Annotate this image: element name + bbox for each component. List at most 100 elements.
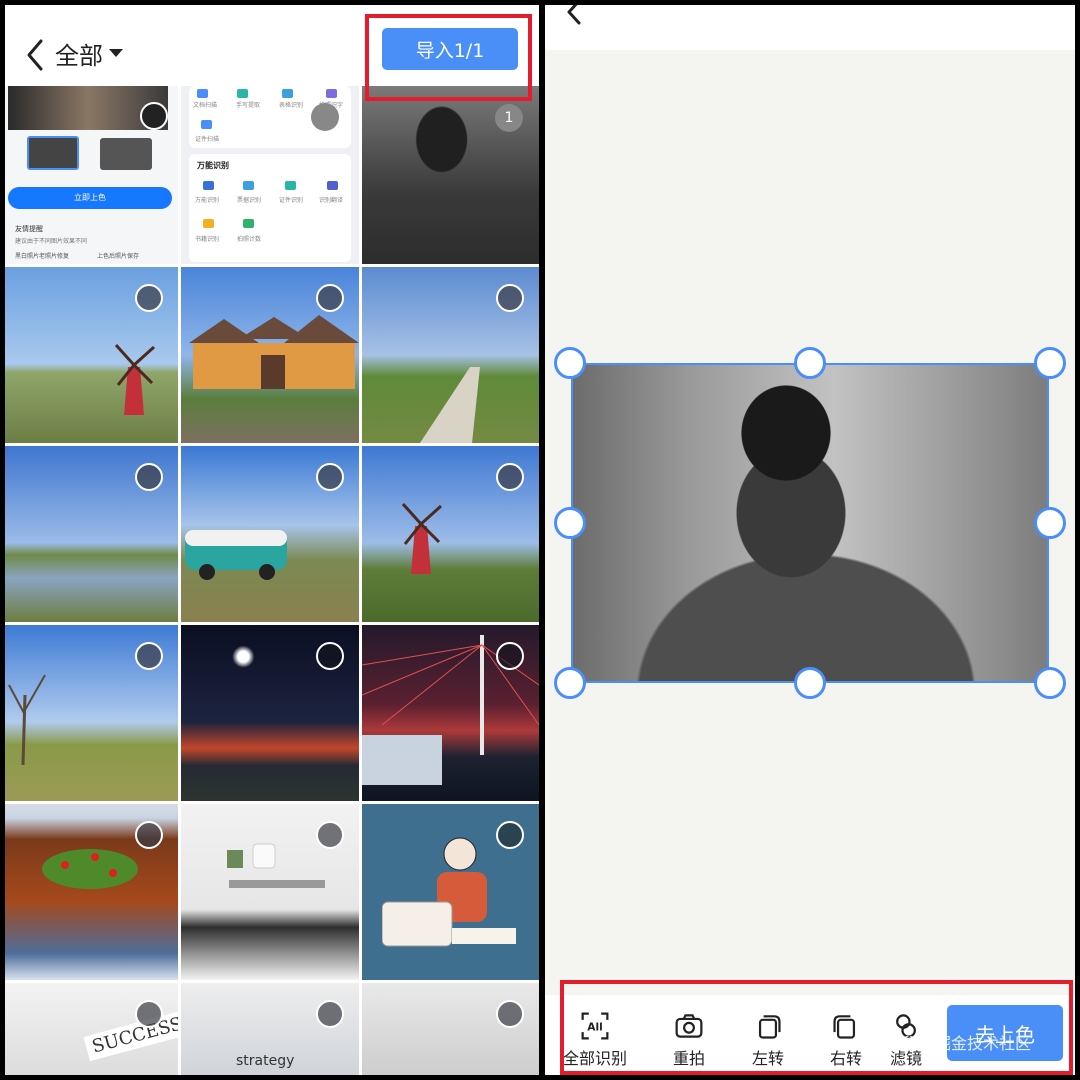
grid-label: 识别翻译 (319, 197, 344, 204)
photo-grid: 立即上色 友情提醒 建议由于不同图片效果不同 黑白照片老照片修复 上色后照片保存… (5, 86, 539, 1075)
screenshot-text: 上色后照片保存 (97, 253, 140, 260)
tool-filter[interactable]: 滤镜 (881, 1011, 931, 1069)
screenshot-text: 友情提醒 (15, 225, 43, 233)
grid-label: 票据识别 (237, 197, 262, 204)
illustration-figure (382, 837, 516, 947)
grid-icon (237, 89, 248, 98)
editor-toolbar: All 全部识别 重拍 左转 右转 滤镜 去上色 (545, 995, 1075, 1075)
tool-label: 右转 (829, 1049, 862, 1068)
select-circle[interactable] (316, 642, 344, 670)
crop-handle-bottom[interactable] (794, 667, 826, 699)
rotate-right-icon (833, 1015, 856, 1039)
filter-icon (896, 1014, 916, 1038)
crop-handle-top-left[interactable] (554, 347, 586, 379)
grid-label: 证件识别 (279, 197, 304, 204)
grid-icon (282, 89, 293, 98)
photo-tile-windmill[interactable] (5, 267, 178, 443)
screenshot-thumb (27, 136, 79, 170)
select-circle[interactable] (135, 642, 163, 670)
select-circle[interactable] (496, 284, 524, 312)
grid-icon (203, 219, 214, 228)
tool-label: 左转 (751, 1049, 784, 1068)
path-shape (420, 367, 480, 443)
crop-handle-right[interactable] (1034, 507, 1066, 539)
tool-recognize-all[interactable]: All 全部识别 (555, 1011, 635, 1069)
photo-tile-success-note[interactable]: SUCCESS (5, 983, 178, 1075)
photo-tile-night-bridge[interactable] (181, 625, 359, 801)
photo-tile-camper-van[interactable] (181, 446, 359, 622)
photo-tile-tree-field[interactable] (5, 625, 178, 801)
photo-tile-illustration[interactable] (362, 804, 539, 980)
photo-tile-screenshot-2[interactable]: 文档扫描 手写提取 表格识别 拍照识字 证件扫描 万能识别 万能识别 票据识别 … (181, 86, 359, 264)
photo-tile-windmill-2[interactable] (362, 446, 539, 622)
crop-editor-panel: All 全部识别 重拍 左转 右转 滤镜 去上色 @稀土掘金技术社区 (545, 5, 1075, 1075)
grid-icon (243, 219, 254, 228)
select-circle[interactable] (140, 102, 168, 130)
crop-handle-top[interactable] (794, 347, 826, 379)
photo-tile-path-field[interactable] (362, 267, 539, 443)
go-colorize-button[interactable]: 去上色 (947, 1005, 1063, 1061)
photo-tile-lake[interactable] (5, 446, 178, 622)
select-circle[interactable] (135, 821, 163, 849)
select-circle[interactable] (496, 463, 524, 491)
rotate-left-icon (758, 1015, 781, 1039)
selected-badge[interactable]: 1 (495, 104, 523, 132)
section-title: 万能识别 (197, 161, 229, 170)
select-circle[interactable] (496, 642, 524, 670)
tree-shape (8, 674, 46, 765)
photo-tile-screenshot-1[interactable]: 立即上色 友情提醒 建议由于不同图片效果不同 黑白照片老照片修复 上色后照片保存 (5, 86, 178, 264)
vegetable-garnish (42, 849, 138, 889)
grid-icon (326, 89, 337, 98)
crop-handle-top-right[interactable] (1034, 347, 1066, 379)
select-circle[interactable] (135, 284, 163, 312)
caret-down-icon (109, 49, 123, 57)
photo-tile-man-portrait[interactable]: 1 (362, 86, 539, 264)
grid-label: 万能识别 (195, 197, 220, 204)
screenshot-color-button: 立即上色 (8, 187, 172, 209)
tool-rotate-right[interactable]: 右转 (806, 1011, 886, 1069)
select-circle[interactable] (316, 463, 344, 491)
grid-icon (243, 181, 254, 190)
strategy-text: strategy (236, 1053, 295, 1069)
all-icon-text: All (587, 1021, 602, 1033)
screenshot-text: 建议由于不同图片效果不同 (15, 238, 88, 245)
tool-label: 全部识别 (562, 1049, 627, 1068)
crop-image (571, 363, 1049, 683)
album-selector[interactable]: 全部 (55, 33, 123, 73)
select-circle[interactable] (496, 821, 524, 849)
photo-tile-cable-bridge[interactable] (362, 625, 539, 801)
import-button[interactable]: 导入1/1 (382, 28, 518, 70)
select-circle[interactable] (311, 103, 339, 131)
van-shape (185, 530, 287, 580)
crop-handle-bottom-left[interactable] (554, 667, 586, 699)
tool-retake[interactable]: 重拍 (649, 1011, 729, 1069)
photo-tile-notebook[interactable] (362, 983, 539, 1075)
crop-handle-bottom-right[interactable] (1034, 667, 1066, 699)
back-arrow-icon[interactable] (559, 5, 589, 27)
grid-label: 书籍识别 (195, 236, 220, 243)
select-circle[interactable] (316, 1000, 344, 1028)
windmill-shape (114, 343, 156, 415)
select-circle[interactable] (316, 821, 344, 849)
select-circle[interactable] (496, 1000, 524, 1028)
grid-label: 证件扫描 (195, 136, 220, 143)
tool-rotate-left[interactable]: 左转 (728, 1011, 808, 1069)
grid-label: 拍照计数 (237, 236, 262, 243)
crop-handle-left[interactable] (554, 507, 586, 539)
album-label: 全部 (55, 41, 103, 70)
screenshot-thumb (100, 138, 152, 170)
grid-label: 手写提取 (236, 102, 261, 109)
grid-label: 表格识别 (279, 102, 304, 109)
photo-tile-strategy-box[interactable]: strategy (181, 983, 359, 1075)
grid-icon (201, 120, 212, 129)
success-note-text: SUCCESS (83, 1009, 178, 1062)
grid-icon (203, 181, 214, 190)
photo-tile-fish-dish[interactable] (5, 804, 178, 980)
photo-tile-yellow-house[interactable] (181, 267, 359, 443)
select-circle[interactable] (316, 284, 344, 312)
select-circle[interactable] (135, 1000, 163, 1028)
photo-tile-desk[interactable] (181, 804, 359, 980)
select-circle[interactable] (135, 463, 163, 491)
back-arrow-icon[interactable] (17, 35, 57, 75)
windmill-shape (401, 502, 443, 574)
